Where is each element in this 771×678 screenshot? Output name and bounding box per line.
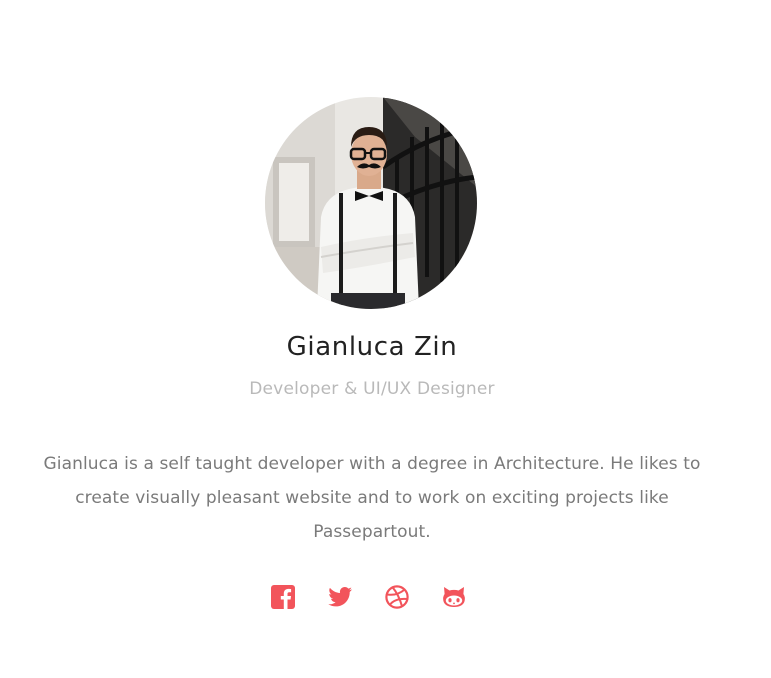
- github-icon: [443, 587, 465, 607]
- social-links: [271, 582, 466, 612]
- facebook-link[interactable]: [271, 582, 295, 612]
- avatar-photo: [265, 97, 477, 309]
- profile-role: Developer & UI/UX Designer: [249, 379, 495, 399]
- avatar: [265, 97, 477, 309]
- profile-bio: Gianluca is a self taught developer with…: [43, 454, 701, 542]
- github-link[interactable]: [442, 582, 466, 612]
- profile-card: Gianluca Zin Developer & UI/UX Designer …: [0, 0, 771, 678]
- facebook-icon: [271, 585, 295, 609]
- twitter-link[interactable]: [328, 582, 352, 612]
- dribbble-link[interactable]: [385, 582, 409, 612]
- twitter-icon: [328, 587, 352, 607]
- profile-name: Gianluca Zin: [286, 332, 458, 362]
- dribbble-icon: [385, 585, 409, 609]
